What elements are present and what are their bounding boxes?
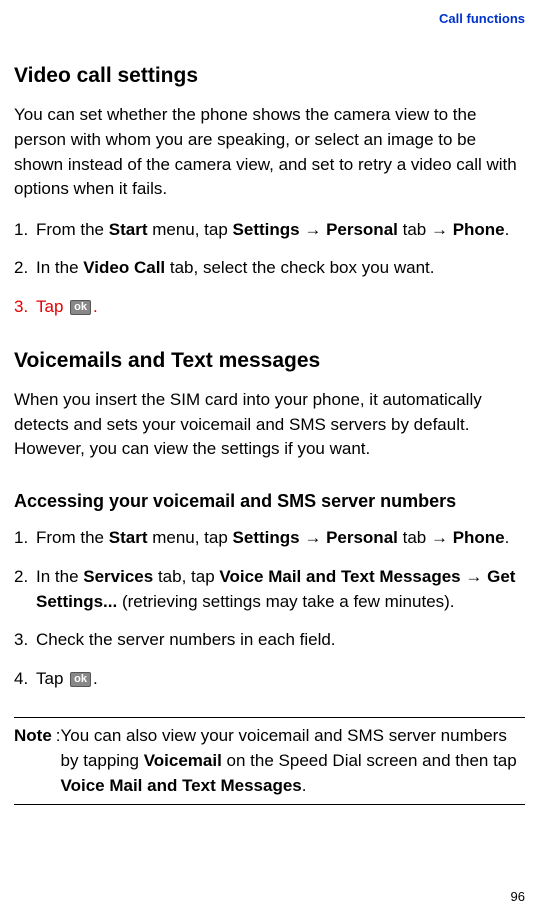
list-item: In the Services tab, tap Voice Mail and … (14, 565, 525, 614)
step-text: (retrieving settings may take a few minu… (117, 592, 454, 611)
step-bold: Settings (233, 220, 300, 239)
step-bold: Phone (453, 528, 505, 547)
section-video-call: Video call settings You can set whether … (14, 61, 525, 320)
note-text: on the Speed Dial screen and then tap (222, 751, 517, 770)
step-bold: Video Call (83, 258, 165, 277)
ok-icon: ok (70, 300, 91, 315)
list-item-highlighted: Tap ok. (14, 295, 525, 320)
step-text: Tap (36, 669, 68, 688)
list-item: In the Video Call tab, select the check … (14, 256, 525, 281)
note-body: You can also view your voicemail and SMS… (61, 724, 525, 798)
step-text: . (93, 297, 98, 316)
page-number: 96 (511, 888, 525, 907)
step-bold: Personal (326, 528, 398, 547)
step-bold: Start (109, 528, 148, 547)
steps-list-1: From the Start menu, tap Settings → Pers… (14, 218, 525, 320)
step-bold: Services (83, 567, 153, 586)
header-link: Call functions (14, 10, 525, 29)
ok-icon: ok (70, 672, 91, 687)
step-text: From the (36, 220, 109, 239)
steps-list-2: From the Start menu, tap Settings → Pers… (14, 526, 525, 691)
heading-voicemails: Voicemails and Text messages (14, 346, 525, 376)
step-bold: Start (109, 220, 148, 239)
step-text: menu, tap (147, 528, 232, 547)
note-bold: Voicemail (144, 751, 222, 770)
step-text: tab → (398, 220, 453, 239)
list-item: Check the server numbers in each field. (14, 628, 525, 653)
note-block: Note: You can also view your voicemail a… (14, 717, 525, 805)
step-text: . (93, 669, 98, 688)
step-text: From the (36, 528, 109, 547)
step-text: In the (36, 567, 83, 586)
intro-paragraph: You can set whether the phone shows the … (14, 103, 525, 202)
step-text: → (300, 528, 326, 547)
note-label-text: Note (14, 726, 52, 745)
subheading-accessing: Accessing your voicemail and SMS server … (14, 488, 525, 514)
note-text: . (302, 776, 307, 795)
intro-paragraph: When you insert the SIM card into your p… (14, 388, 525, 462)
list-item: Tap ok. (14, 667, 525, 692)
step-bold: Phone (453, 220, 505, 239)
step-text: → (300, 220, 326, 239)
step-text: tab → (398, 528, 453, 547)
step-text: tab, select the check box you want. (165, 258, 434, 277)
heading-video-call-settings: Video call settings (14, 61, 525, 91)
step-text: Check the server numbers in each field. (36, 630, 336, 649)
list-item: From the Start menu, tap Settings → Pers… (14, 526, 525, 551)
note-label: Note: (14, 724, 61, 798)
step-text: In the (36, 258, 83, 277)
step-text: Tap (36, 297, 68, 316)
section-voicemails: Voicemails and Text messages When you in… (14, 346, 525, 462)
step-text: . (505, 528, 510, 547)
note-bold: Voice Mail and Text Messages (61, 776, 302, 795)
list-item: From the Start menu, tap Settings → Pers… (14, 218, 525, 243)
step-text: menu, tap (147, 220, 232, 239)
step-bold: Settings (233, 528, 300, 547)
step-text: → (461, 567, 487, 586)
step-text: . (505, 220, 510, 239)
step-bold: Personal (326, 220, 398, 239)
section-accessing: Accessing your voicemail and SMS server … (14, 488, 525, 691)
step-bold: Voice Mail and Text Messages (219, 567, 460, 586)
step-text: tab, tap (153, 567, 219, 586)
